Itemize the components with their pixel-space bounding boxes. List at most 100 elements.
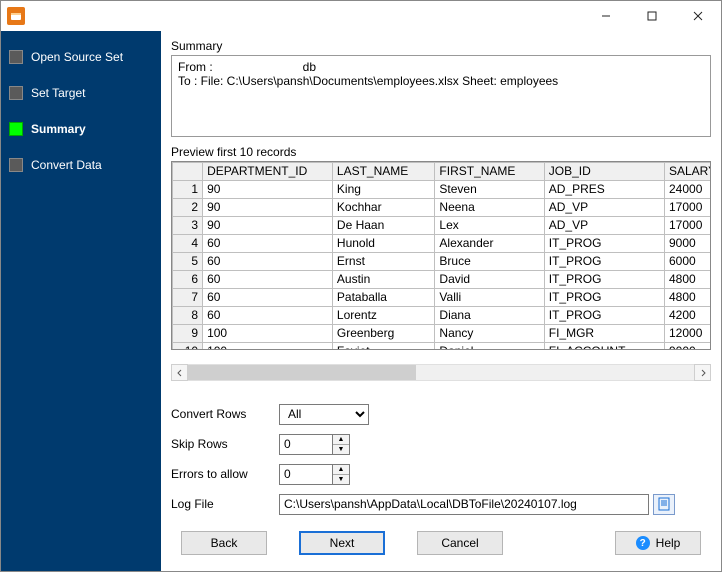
row-number: 1	[173, 180, 203, 198]
cell[interactable]: Ernst	[332, 252, 435, 270]
column-header[interactable]: LAST_NAME	[332, 162, 435, 180]
table-row[interactable]: 190KingStevenAD_PRES24000SKINGnull	[173, 180, 712, 198]
cell[interactable]: IT_PROG	[544, 270, 664, 288]
cell[interactable]: 12000	[665, 324, 712, 342]
table-row[interactable]: 10100FavietDanielFI_ACCOUNT9000DFAVIET10…	[173, 342, 712, 350]
cell[interactable]: De Haan	[332, 216, 435, 234]
cell[interactable]: Pataballa	[332, 288, 435, 306]
scroll-left-icon[interactable]	[171, 364, 188, 381]
column-header[interactable]: DEPARTMENT_ID	[203, 162, 333, 180]
spin-up-icon[interactable]: ▲	[333, 465, 349, 475]
cell[interactable]: IT_PROG	[544, 288, 664, 306]
next-button[interactable]: Next	[299, 531, 385, 555]
cell[interactable]: 90	[203, 180, 333, 198]
cell[interactable]: Diana	[435, 306, 544, 324]
cancel-button[interactable]: Cancel	[417, 531, 503, 555]
table-row[interactable]: 9100GreenbergNancyFI_MGR12000NGREENBE101	[173, 324, 712, 342]
cell[interactable]: Valli	[435, 288, 544, 306]
spin-down-icon[interactable]: ▼	[333, 475, 349, 484]
cell[interactable]: 100	[203, 342, 333, 350]
cell[interactable]: King	[332, 180, 435, 198]
cell[interactable]: 60	[203, 252, 333, 270]
cell[interactable]: 4200	[665, 306, 712, 324]
convert-rows-select[interactable]: All	[279, 404, 369, 425]
table-row[interactable]: 290KochharNeenaAD_VP17000NKOCHHAR100	[173, 198, 712, 216]
logfile-input[interactable]	[279, 494, 649, 515]
cell[interactable]: FI_ACCOUNT	[544, 342, 664, 350]
skip-rows-label: Skip Rows	[171, 437, 279, 451]
cell[interactable]: Faviet	[332, 342, 435, 350]
close-button[interactable]	[675, 1, 721, 31]
summary-text: From : db To : File: C:\Users\pansh\Docu…	[171, 55, 711, 137]
cell[interactable]: 24000	[665, 180, 712, 198]
table-row[interactable]: 390De HaanLexAD_VP17000LDEHAAN100	[173, 216, 712, 234]
cell[interactable]: 60	[203, 234, 333, 252]
button-label: Next	[330, 536, 355, 550]
back-button[interactable]: Back	[181, 531, 267, 555]
errors-spinner[interactable]: ▲▼	[279, 464, 350, 485]
table-row[interactable]: 660AustinDavidIT_PROG4800DAUSTIN103	[173, 270, 712, 288]
scroll-thumb[interactable]	[188, 365, 416, 380]
column-header[interactable]: FIRST_NAME	[435, 162, 544, 180]
cell[interactable]: 17000	[665, 198, 712, 216]
help-button[interactable]: ? Help	[615, 531, 701, 555]
cell[interactable]: Nancy	[435, 324, 544, 342]
horizontal-scrollbar[interactable]	[171, 364, 711, 381]
cell[interactable]: 90	[203, 216, 333, 234]
table-row[interactable]: 760PataballaValliIT_PROG4800VPATABAL103	[173, 288, 712, 306]
cell[interactable]: 9000	[665, 234, 712, 252]
cell[interactable]: 9000	[665, 342, 712, 350]
spin-down-icon[interactable]: ▼	[333, 445, 349, 454]
app-icon	[7, 7, 25, 25]
cell[interactable]: 6000	[665, 252, 712, 270]
cell[interactable]: David	[435, 270, 544, 288]
cell[interactable]: AD_PRES	[544, 180, 664, 198]
preview-grid[interactable]: DEPARTMENT_IDLAST_NAMEFIRST_NAMEJOB_IDSA…	[171, 161, 711, 350]
cell[interactable]: 60	[203, 270, 333, 288]
column-header[interactable]: JOB_ID	[544, 162, 664, 180]
table-row[interactable]: 860LorentzDianaIT_PROG4200DLORENTZ103	[173, 306, 712, 324]
cell[interactable]: AD_VP	[544, 216, 664, 234]
cell[interactable]: 100	[203, 324, 333, 342]
scroll-right-icon[interactable]	[694, 364, 711, 381]
row-number: 7	[173, 288, 203, 306]
errors-input[interactable]	[279, 464, 333, 485]
table-row[interactable]: 560ErnstBruceIT_PROG6000BERNST103	[173, 252, 712, 270]
cell[interactable]: Greenberg	[332, 324, 435, 342]
cell[interactable]: Steven	[435, 180, 544, 198]
cell[interactable]: Neena	[435, 198, 544, 216]
cell[interactable]: Kochhar	[332, 198, 435, 216]
maximize-button[interactable]	[629, 1, 675, 31]
cell[interactable]: Austin	[332, 270, 435, 288]
cell[interactable]: Hunold	[332, 234, 435, 252]
scroll-track[interactable]	[188, 364, 694, 381]
cell[interactable]: 4800	[665, 270, 712, 288]
cell[interactable]: AD_VP	[544, 198, 664, 216]
row-number: 3	[173, 216, 203, 234]
cell[interactable]: Bruce	[435, 252, 544, 270]
sidebar-item-open-source[interactable]: Open Source Set	[9, 43, 161, 71]
cell[interactable]: 90	[203, 198, 333, 216]
cell[interactable]: IT_PROG	[544, 234, 664, 252]
cell[interactable]: IT_PROG	[544, 306, 664, 324]
cell[interactable]: Daniel	[435, 342, 544, 350]
cell[interactable]: 60	[203, 306, 333, 324]
skip-rows-spinner[interactable]: ▲▼	[279, 434, 350, 455]
cell[interactable]: FI_MGR	[544, 324, 664, 342]
browse-logfile-button[interactable]	[653, 494, 675, 515]
cell[interactable]: Lex	[435, 216, 544, 234]
cell[interactable]: 60	[203, 288, 333, 306]
table-row[interactable]: 460HunoldAlexanderIT_PROG9000AHUNOLD102	[173, 234, 712, 252]
column-header[interactable]: SALARY	[665, 162, 712, 180]
cell[interactable]: 17000	[665, 216, 712, 234]
sidebar-item-summary[interactable]: Summary	[9, 115, 161, 143]
cell[interactable]: 4800	[665, 288, 712, 306]
cell[interactable]: IT_PROG	[544, 252, 664, 270]
sidebar-item-convert-data[interactable]: Convert Data	[9, 151, 161, 179]
cell[interactable]: Lorentz	[332, 306, 435, 324]
skip-rows-input[interactable]	[279, 434, 333, 455]
sidebar-item-set-target[interactable]: Set Target	[9, 79, 161, 107]
spin-up-icon[interactable]: ▲	[333, 435, 349, 445]
minimize-button[interactable]	[583, 1, 629, 31]
cell[interactable]: Alexander	[435, 234, 544, 252]
